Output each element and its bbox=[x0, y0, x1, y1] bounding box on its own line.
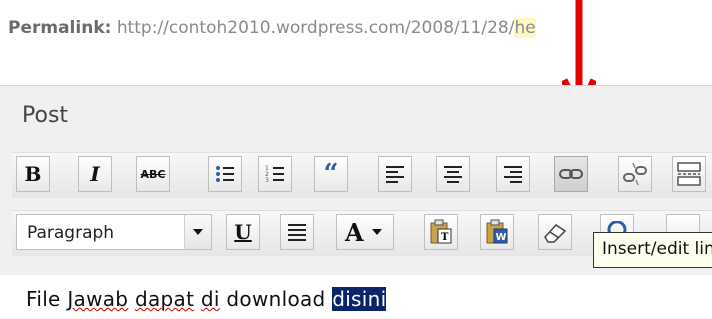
unlink-button[interactable] bbox=[618, 156, 652, 192]
toolbar-row-1: B I ABC 1 2 3 “ bbox=[12, 152, 712, 198]
underline-button[interactable]: U bbox=[226, 214, 260, 250]
format-select[interactable]: Paragraph bbox=[16, 214, 212, 250]
align-right-button[interactable] bbox=[496, 156, 530, 192]
align-center-icon bbox=[444, 166, 462, 183]
ordered-list-button[interactable]: 1 2 3 bbox=[258, 156, 292, 192]
align-right-icon bbox=[504, 166, 522, 183]
format-select-value: Paragraph bbox=[27, 223, 115, 243]
more-tag-icon bbox=[677, 162, 701, 186]
paste-word-icon: W bbox=[486, 219, 508, 244]
permalink-label: Permalink: bbox=[8, 18, 112, 38]
align-center-button[interactable] bbox=[436, 156, 470, 192]
numbered-list-icon: 1 2 3 bbox=[265, 165, 284, 184]
eraser-icon bbox=[544, 224, 567, 243]
strikethrough-button[interactable]: ABC bbox=[136, 156, 170, 192]
align-left-button[interactable] bbox=[378, 156, 412, 192]
svg-text:W: W bbox=[496, 232, 507, 243]
bullet-list-icon bbox=[216, 166, 234, 182]
paste-text-icon: T bbox=[430, 219, 452, 244]
spellcheck-word: Jawab bbox=[67, 287, 129, 311]
bold-button[interactable]: B bbox=[16, 156, 50, 192]
tooltip: Insert/edit link bbox=[593, 232, 712, 268]
clear-formatting-button[interactable] bbox=[538, 214, 572, 250]
italic-button[interactable]: I bbox=[78, 156, 112, 192]
svg-text:3: 3 bbox=[265, 177, 269, 184]
selected-text[interactable]: disini bbox=[332, 287, 387, 311]
text-prefix: File bbox=[26, 287, 68, 311]
svg-text:T: T bbox=[441, 232, 449, 243]
text-word: download bbox=[226, 287, 326, 311]
align-justify-icon bbox=[288, 224, 306, 241]
unordered-list-button[interactable] bbox=[208, 156, 242, 192]
paste-word-button[interactable]: W bbox=[480, 214, 514, 250]
more-tag-button[interactable] bbox=[672, 156, 706, 192]
permalink-slug[interactable]: he bbox=[514, 18, 536, 38]
justify-button[interactable] bbox=[280, 214, 314, 250]
chevron-down-icon[interactable] bbox=[371, 229, 382, 235]
broken-link-icon bbox=[623, 162, 647, 186]
blockquote-button[interactable]: “ bbox=[314, 156, 348, 192]
spellcheck-word: dapat bbox=[134, 287, 195, 311]
align-left-icon bbox=[386, 166, 404, 183]
text-color-button[interactable]: A bbox=[336, 214, 394, 250]
post-panel-title: Post bbox=[22, 103, 69, 128]
quote-icon: “ bbox=[323, 159, 339, 189]
chain-link-icon bbox=[559, 169, 583, 179]
paste-text-button[interactable]: T bbox=[424, 214, 458, 250]
permalink-row: Permalink: http://contoh2010.wordpress.c… bbox=[8, 18, 536, 38]
chevron-down-icon[interactable] bbox=[184, 215, 211, 249]
spellcheck-word: di bbox=[200, 287, 220, 311]
insert-edit-link-button[interactable] bbox=[554, 156, 588, 192]
editor-text[interactable]: File Jawab dapat di download disini bbox=[26, 287, 387, 311]
permalink-url[interactable]: http://contoh2010.wordpress.com/2008/11/… bbox=[117, 18, 515, 38]
